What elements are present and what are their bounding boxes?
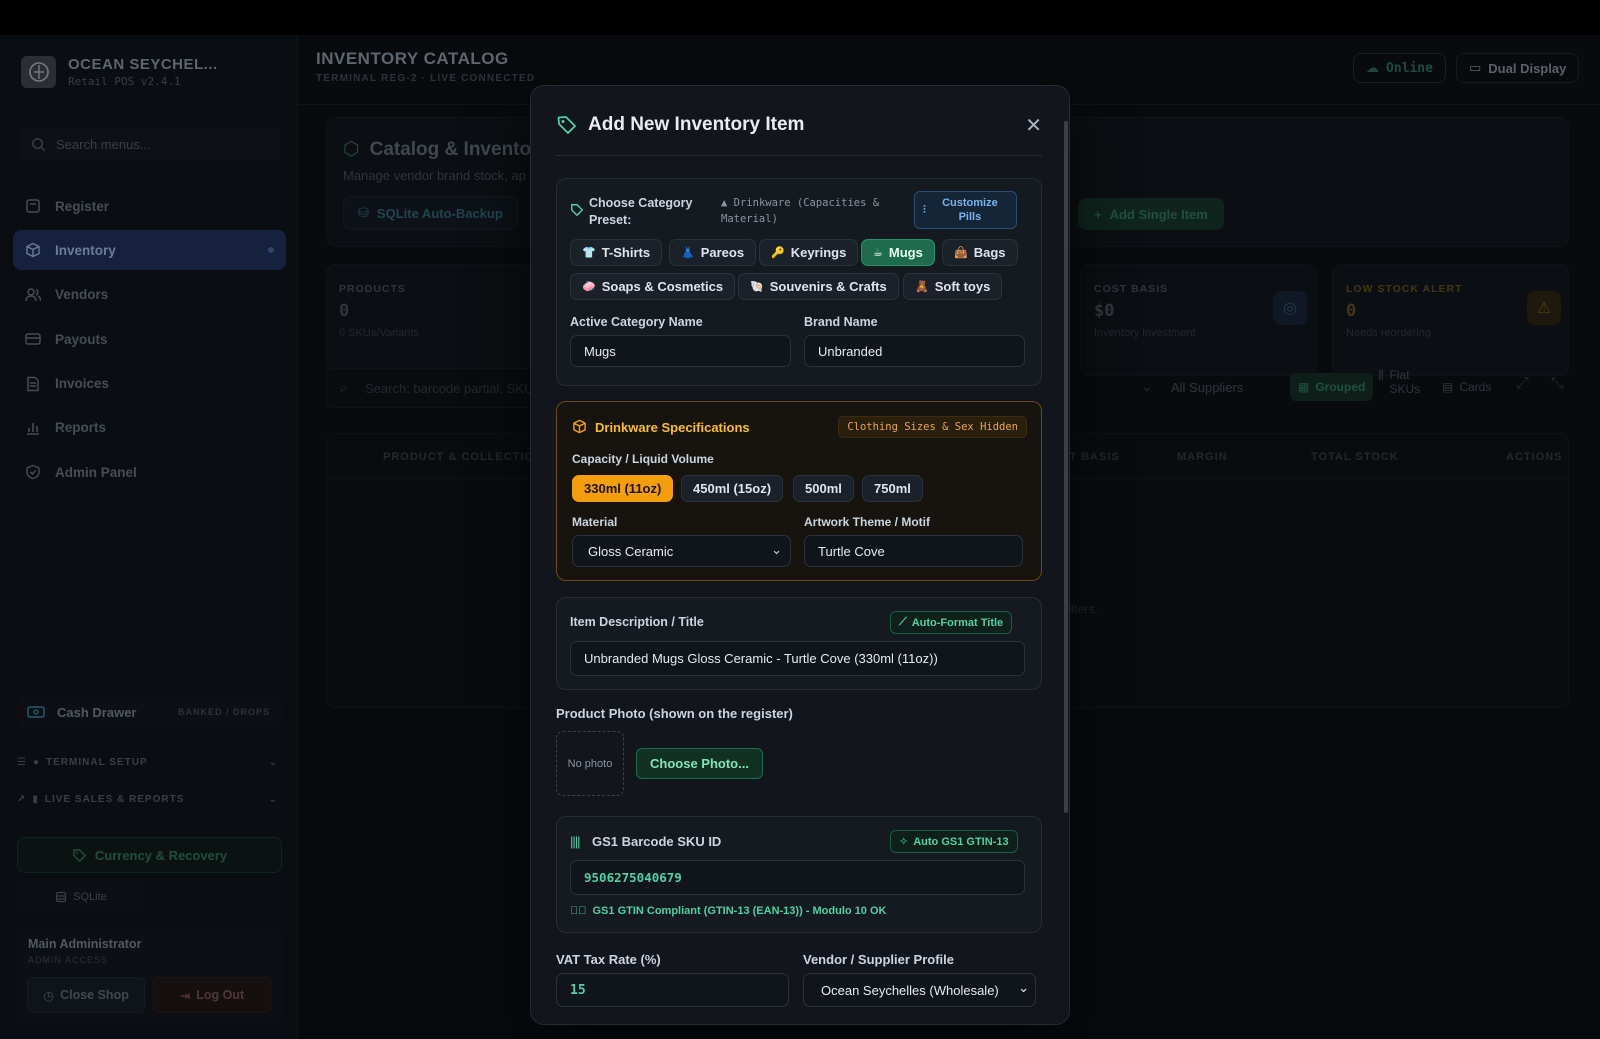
- chevron-down-icon: ⌄: [1018, 980, 1029, 995]
- add-item-modal: Add New Inventory Item ✕ Choose Category…: [530, 85, 1070, 1025]
- choose-photo-button[interactable]: Choose Photo...: [636, 748, 763, 779]
- mug-icon: ☕: [873, 247, 883, 259]
- customize-label: Customize Pills: [942, 197, 998, 223]
- auto-format-label: Auto-Format Title: [911, 616, 1004, 629]
- shell-icon: 🐚: [750, 281, 764, 293]
- pill-label: Pareos: [700, 245, 745, 260]
- vat-input[interactable]: 15: [556, 973, 789, 1007]
- pill-label: Souvenirs & Crafts: [769, 279, 887, 294]
- spec-title: Drinkware Specifications: [595, 420, 750, 435]
- vat-label: VAT Tax Rate (%): [556, 952, 661, 967]
- material-label: Material: [572, 515, 618, 529]
- active-category-input[interactable]: Mugs: [570, 335, 791, 367]
- sparkle-icon: ✧: [899, 836, 909, 848]
- photo-label: Product Photo (shown on the register): [556, 706, 793, 721]
- barcode-ok-text: GS1 GTIN Compliant (GTIN-13 (EAN-13)) - …: [592, 905, 887, 917]
- artwork-input[interactable]: Turtle Cove: [804, 535, 1023, 567]
- preset-pill-mugs[interactable]: ☕ Mugs: [861, 239, 935, 266]
- auto-format-button[interactable]: ⟋ Auto-Format Title: [890, 611, 1013, 634]
- teddy-icon: 🧸: [915, 281, 929, 293]
- active-category-label: Active Category Name: [570, 315, 703, 329]
- tshirt-icon: 👕: [582, 247, 596, 259]
- modal-header: Add New Inventory Item ✕: [556, 114, 1042, 156]
- brand-name-label: Brand Name: [804, 315, 878, 329]
- drinkware-spec-panel: Drinkware Specifications Clothing Sizes …: [556, 401, 1042, 581]
- vendor-select[interactable]: Ocean Seychelles (Wholesale) ⌄: [803, 973, 1036, 1007]
- pill-label: Bags: [973, 245, 1006, 260]
- chevron-down-icon: ⌄: [771, 542, 782, 557]
- material-value: Gloss Ceramic: [588, 543, 674, 559]
- brand-name-input[interactable]: Unbranded: [804, 335, 1025, 367]
- vendor-label: Vendor / Supplier Profile: [803, 952, 954, 967]
- auto-gs1-label: Auto GS1 GTIN-13: [913, 835, 1009, 848]
- pill-label: Mugs: [888, 245, 923, 260]
- customize-pills-button[interactable]: ⫶ Customize Pills: [914, 191, 1017, 229]
- auto-gs1-button[interactable]: ✧ Auto GS1 GTIN-13: [890, 830, 1018, 853]
- app-window: OCEAN SEYCHEL... Retail POS v2.4.1 Searc…: [0, 35, 1600, 1039]
- sliders-icon: ⫶: [923, 204, 926, 216]
- barcode-validation: ✓⃝ GS1 GTIN Compliant (GTIN-13 (EAN-13))…: [570, 905, 886, 917]
- dress-icon: 👗: [681, 247, 695, 259]
- barcode-input[interactable]: 9506275040679: [570, 860, 1025, 895]
- modal-scrollbar[interactable]: [1064, 121, 1068, 813]
- material-select[interactable]: Gloss Ceramic ⌄: [572, 535, 791, 567]
- barcode-label: GS1 Barcode SKU ID: [592, 834, 722, 849]
- pill-label: Soaps & Cosmetics: [601, 279, 724, 294]
- preset-pill-soft-toys[interactable]: 🧸 Soft toys: [903, 273, 1003, 300]
- preset-pill-bags[interactable]: 👜 Bags: [942, 239, 1018, 266]
- modal-title: Add New Inventory Item: [588, 114, 805, 135]
- artwork-label: Artwork Theme / Motif: [804, 515, 931, 529]
- cube-icon: [573, 419, 586, 434]
- check-circle-icon: ✓⃝: [570, 905, 587, 917]
- soap-icon: 🧼: [582, 281, 596, 293]
- preset-pill-pareos[interactable]: 👗 Pareos: [669, 239, 757, 266]
- key-icon: 🔑: [771, 247, 785, 259]
- capacity-pill[interactable]: 450ml (15oz): [681, 475, 784, 502]
- category-preset-panel: Choose Category Preset: ▲ Drinkware (Cap…: [556, 178, 1042, 386]
- close-icon[interactable]: ✕: [1025, 116, 1042, 136]
- preset-pill-keyrings[interactable]: 🔑 Keyrings: [759, 239, 859, 266]
- bag-icon: 👜: [954, 247, 968, 259]
- capacity-pill[interactable]: 750ml: [862, 475, 923, 502]
- tag-icon: [571, 204, 584, 217]
- capacity-label: Capacity / Liquid Volume: [572, 452, 714, 466]
- tag-icon: [557, 116, 576, 134]
- preset-current-text: Drinkware (Capacities & Material): [721, 197, 880, 225]
- capacity-pill[interactable]: 330ml (11oz): [572, 475, 674, 502]
- description-input[interactable]: Unbranded Mugs Gloss Ceramic - Turtle Co…: [570, 641, 1025, 676]
- barcode-panel: |||| GS1 Barcode SKU ID ✧ Auto GS1 GTIN-…: [556, 816, 1042, 933]
- pill-label: Keyrings: [790, 245, 847, 260]
- pill-label: Soft toys: [934, 279, 991, 294]
- barcode-icon: ||||: [570, 834, 580, 849]
- preset-current: ▲ Drinkware (Capacities & Material): [721, 197, 880, 225]
- pill-label: T-Shirts: [601, 245, 651, 260]
- preset-pill-souvenirs[interactable]: 🐚 Souvenirs & Crafts: [738, 273, 899, 300]
- preset-label: Choose Category Preset:: [589, 196, 693, 227]
- magic-wand-icon: ⟋: [899, 616, 907, 628]
- vendor-value: Ocean Seychelles (Wholesale): [821, 982, 999, 998]
- preset-pill-tshirts[interactable]: 👕 T-Shirts: [570, 239, 663, 266]
- capacity-pill[interactable]: 500ml: [793, 475, 854, 502]
- description-panel: Item Description / Title ⟋ Auto-Format T…: [556, 597, 1042, 690]
- photo-placeholder: No photo: [556, 731, 624, 796]
- spec-badge: Clothing Sizes & Sex Hidden: [838, 416, 1027, 438]
- preset-pill-soaps[interactable]: 🧼 Soaps & Cosmetics: [570, 273, 736, 300]
- description-label: Item Description / Title: [570, 615, 704, 629]
